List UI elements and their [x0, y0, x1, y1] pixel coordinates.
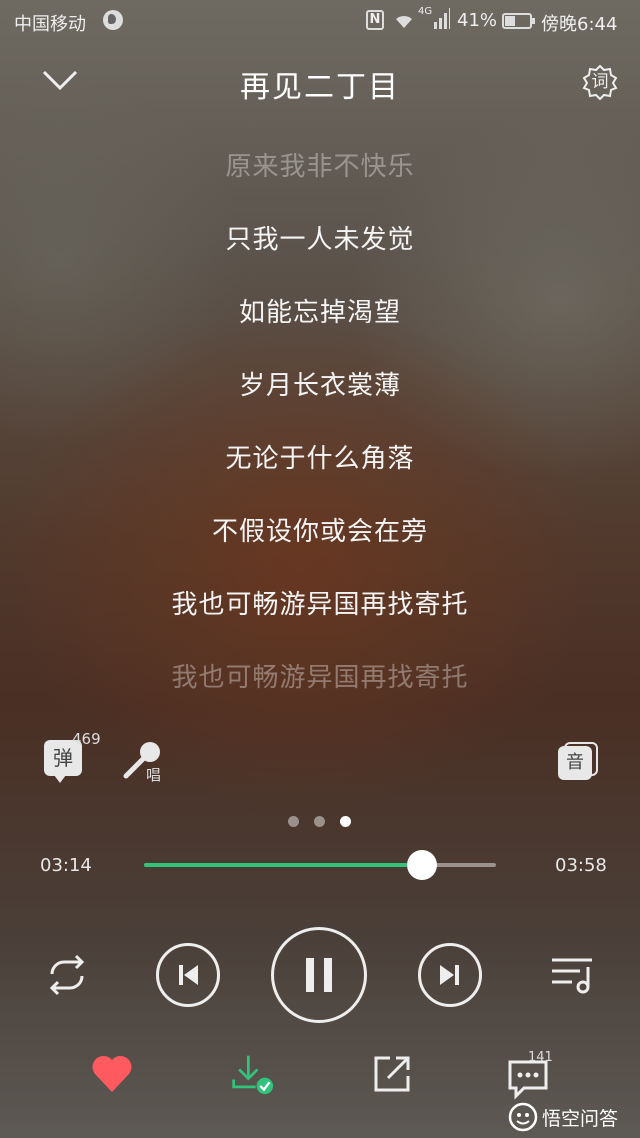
heart-icon[interactable]: [90, 1052, 134, 1096]
lyric-line: 只我一人未发觉: [225, 225, 415, 255]
watermark-text: 悟空问答: [542, 1108, 619, 1130]
carrier-name: 中国移动: [14, 14, 86, 35]
lyric-line: 岁月长衣裳薄: [238, 371, 401, 401]
share-icon[interactable]: [370, 1052, 414, 1096]
comment-count: 141: [528, 1050, 553, 1065]
lyric-line: 原来我非不快乐: [225, 152, 415, 182]
battery-percent: 41%: [457, 10, 498, 31]
playlist-icon[interactable]: [550, 955, 594, 995]
page-dot: [340, 816, 351, 827]
total-time: 03:58: [555, 855, 607, 876]
sing-label: 唱: [146, 766, 162, 784]
nfc-icon: N: [366, 10, 384, 30]
chevron-down-icon[interactable]: [42, 62, 78, 98]
wukong-logo-icon: [508, 1102, 538, 1132]
skip-previous-icon: [179, 965, 198, 985]
seek-bar[interactable]: [144, 850, 496, 880]
danmu-count: 469: [72, 730, 101, 748]
previous-button[interactable]: [156, 943, 220, 1007]
lyric-button-label: 词: [591, 72, 609, 92]
battery-icon: [502, 13, 535, 29]
pause-button[interactable]: [271, 927, 367, 1023]
status-bar: 中国移动 N 4G 41% 傍晚6:44: [0, 0, 640, 44]
sound-quality-button[interactable]: 音: [558, 742, 600, 782]
song-title: 再见二丁目: [240, 70, 400, 105]
lyric-line: 如能忘掉渴望: [238, 298, 401, 328]
lyric-line: 不假设你或会在旁: [211, 517, 428, 547]
lyric-line: 我也可畅游异国再找寄托: [171, 590, 469, 620]
page-indicator: [288, 816, 352, 828]
lyric-line: 无论于什么角落: [225, 444, 415, 474]
skip-next-icon: [440, 965, 459, 985]
page-dot: [314, 816, 325, 827]
next-button[interactable]: [418, 943, 482, 1007]
lyric-line: 我也可畅游异国再找寄托: [171, 663, 469, 693]
signal-icon: [434, 8, 450, 29]
current-time: 03:14: [40, 855, 92, 876]
repeat-icon[interactable]: [44, 954, 90, 996]
wifi-icon: [396, 15, 412, 28]
download-icon[interactable]: [230, 1052, 274, 1096]
seek-bar-fill: [144, 863, 423, 867]
page-dot: [288, 816, 299, 827]
sound-quality-label: 音: [558, 746, 592, 780]
clock: 傍晚6:44: [541, 14, 618, 35]
seek-thumb[interactable]: [407, 850, 438, 880]
globe-icon: [103, 10, 123, 30]
lyric-settings-button[interactable]: 词: [582, 64, 618, 101]
pause-icon: [306, 958, 332, 992]
